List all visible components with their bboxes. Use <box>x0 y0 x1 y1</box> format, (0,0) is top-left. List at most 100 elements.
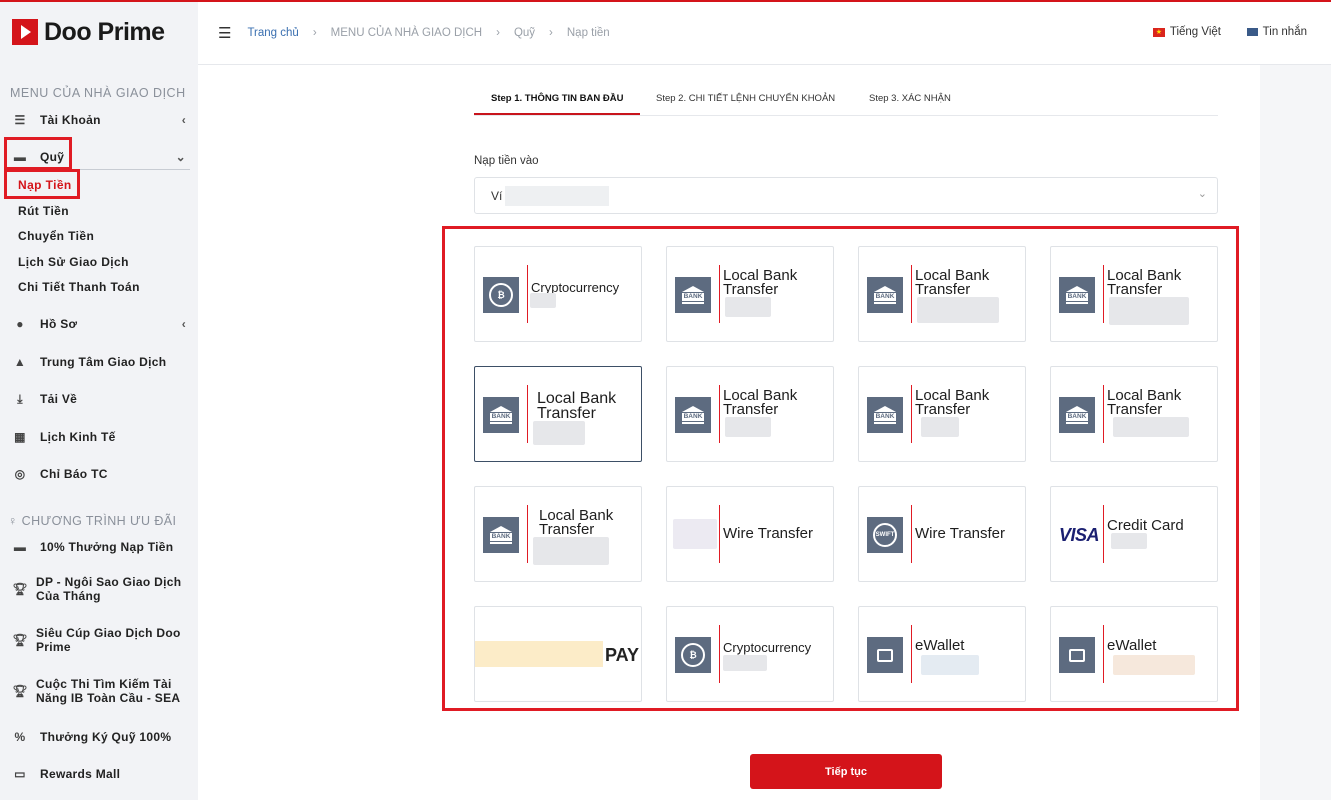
redacted <box>1109 297 1189 325</box>
method-card-credit-card[interactable]: VISA Credit Card <box>1050 486 1218 582</box>
sidebar-item-trading-center[interactable]: ▲ Trung Tâm Giao Dịch <box>0 352 198 372</box>
method-name: Local Bank Transfer <box>915 387 990 418</box>
sidebar-item-label: Tải Về <box>40 392 78 406</box>
chevron-right-icon: › <box>549 27 553 39</box>
method-card-wire-transfer[interactable]: Wire Transfer <box>666 486 834 582</box>
sidebar-item-label: Trung Tâm Giao Dịch <box>40 355 167 369</box>
bank-icon: BANK <box>1059 277 1095 313</box>
method-card-local-bank[interactable]: BANK Local Bank Transfer <box>858 246 1026 342</box>
bank-icon: BANK <box>675 397 711 433</box>
sidebar-promo-star-trader[interactable]: 🏆︎ DP - Ngôi Sao Giao Dịch Của Tháng <box>0 574 198 604</box>
redacted <box>1111 533 1147 549</box>
sidebar-item-profile[interactable]: ● Hồ Sơ ‹ <box>0 314 198 334</box>
step-2: Step 2. CHI TIẾT LỆNH CHUYỂN KHOẢN <box>656 93 836 104</box>
sidebar-item-label: Siêu Cúp Giao Dịch Doo Prime <box>36 626 181 654</box>
redacted <box>725 417 771 437</box>
method-name: Local Bank Transfer <box>723 387 798 418</box>
sidebar-promo-ib-talent[interactable]: 🏆︎ Cuộc Thi Tìm Kiếm Tài Năng IB Toàn Cầ… <box>0 676 198 706</box>
method-name: Cryptocurrency <box>723 640 812 655</box>
brand-name: Doo Prime <box>44 17 165 46</box>
top-bar: ☰ Trang chủ › MENU CỦA NHÀ GIAO DỊCH › Q… <box>198 2 1331 65</box>
bank-icon: BANK <box>483 397 519 433</box>
card-divider <box>719 625 720 683</box>
chevron-left-icon: ‹ <box>181 317 186 331</box>
method-name: Wire Transfer <box>723 525 814 542</box>
deposit-to-label: Nạp tiền vào <box>474 155 539 167</box>
method-card-local-bank[interactable]: BANK Local Bank Transfer <box>666 246 834 342</box>
breadcrumb-fund[interactable]: Quỹ <box>514 27 535 39</box>
sidebar-item-label: 10% Thưởng Nạp Tiền <box>40 540 174 554</box>
method-card-pay[interactable]: PAY <box>474 606 642 702</box>
logo[interactable]: Doo Prime <box>0 2 198 62</box>
breadcrumb-menu[interactable]: MENU CỦA NHÀ GIAO DỊCH <box>331 27 482 39</box>
target-icon: ◎ <box>14 467 26 481</box>
language-label: Tiếng Việt <box>1169 26 1221 38</box>
user-icon: ● <box>16 317 24 331</box>
main-panel: Step 1. THÔNG TIN BAN ĐẦU Step 2. CHI TI… <box>198 65 1260 800</box>
method-name: PAY <box>605 645 640 665</box>
highlight-deposit <box>4 169 80 199</box>
doo-prime-logo-icon <box>12 19 38 45</box>
bank-icon: BANK <box>1059 397 1095 433</box>
sidebar-item-economic-calendar[interactable]: ▦ Lịch Kinh Tế <box>0 427 198 447</box>
method-card-local-bank[interactable]: BANK Local Bank Transfer <box>1050 366 1218 462</box>
sidebar-promo-super-cup[interactable]: 🏆︎ Siêu Cúp Giao Dịch Doo Prime <box>0 625 198 655</box>
sidebar: Doo Prime MENU CỦA NHÀ GIAO DỊCH ☰ Tài K… <box>0 2 198 800</box>
sidebar-item-indicators[interactable]: ◎ Chỉ Báo TC <box>0 464 198 484</box>
method-name: Local Bank Transfer <box>539 507 614 538</box>
breadcrumb-deposit: Nạp tiền <box>566 27 610 39</box>
breadcrumb-home[interactable]: Trang chủ <box>247 27 298 39</box>
stepper: Step 1. THÔNG TIN BAN ĐẦU Step 2. CHI TI… <box>474 65 1218 116</box>
method-card-local-bank-selected[interactable]: BANK Local Bank Transfer <box>474 366 642 462</box>
card-divider <box>911 385 912 443</box>
sidebar-item-download[interactable]: ⤓ Tải Về <box>0 389 198 409</box>
method-card-local-bank[interactable]: BANK Local Bank Transfer <box>858 366 1026 462</box>
method-name: eWallet <box>1107 637 1157 654</box>
sidebar-item-label: DP - Ngôi Sao Giao Dịch Của Tháng <box>36 575 182 603</box>
hamburger-menu-icon[interactable]: ☰ <box>218 24 231 42</box>
method-card-local-bank[interactable]: BANK Local Bank Transfer <box>474 486 642 582</box>
card-divider <box>1103 385 1104 443</box>
award-icon: ♀ <box>8 514 22 528</box>
method-card-crypto[interactable]: ₿ Cryptocurrency <box>474 246 642 342</box>
crypto-coin-icon: ₿ <box>483 277 519 313</box>
active-step-indicator <box>474 113 640 115</box>
chevron-right-icon: › <box>496 27 500 39</box>
redacted <box>530 293 556 308</box>
sidebar-item-label: Tài Khoản <box>40 113 101 127</box>
method-card-local-bank[interactable]: BANK Local Bank Transfer <box>666 366 834 462</box>
sidebar-promo-margin-bonus[interactable]: % Thưởng Ký Quỹ 100% <box>0 727 198 747</box>
trophy-icon: 🏆︎ <box>12 684 28 698</box>
method-card-ewallet[interactable]: eWallet <box>1050 606 1218 702</box>
chevron-down-icon: ⌄ <box>175 150 186 164</box>
sidebar-subitem-history[interactable]: Lịch Sử Giao Dịch <box>18 255 129 269</box>
select-value: Ví <box>491 189 503 203</box>
card-divider <box>911 505 912 563</box>
card-divider <box>719 265 720 323</box>
method-card-crypto[interactable]: ₿ Cryptocurrency <box>666 606 834 702</box>
wallet-icon: ▬ <box>13 540 27 554</box>
sidebar-item-label: Cuộc Thi Tìm Kiếm Tài Năng IB Toàn Cầu -… <box>36 677 181 705</box>
messages-link[interactable]: Tin nhắn <box>1246 26 1307 38</box>
redacted <box>1113 417 1189 437</box>
bank-icon: BANK <box>867 277 903 313</box>
method-name: Local Bank Transfer <box>723 267 798 298</box>
language-switcher[interactable]: ★ Tiếng Việt <box>1152 26 1221 38</box>
sidebar-item-account[interactable]: ☰ Tài Khoản ‹ <box>0 110 198 130</box>
step-3: Step 3. XÁC NHẬN <box>869 93 951 104</box>
card-divider <box>719 385 720 443</box>
sidebar-promo-rewards-mall[interactable]: ▭ Rewards Mall <box>0 764 198 784</box>
sidebar-subitem-payment-details[interactable]: Chi Tiết Thanh Toán <box>18 280 140 294</box>
continue-button[interactable]: Tiếp tục <box>750 754 942 789</box>
sidebar-subitem-transfer[interactable]: Chuyển Tiền <box>18 229 94 243</box>
wallet-icon <box>867 637 903 673</box>
redacted <box>533 421 585 445</box>
sidebar-subitem-withdraw[interactable]: Rút Tiền <box>18 204 69 218</box>
method-card-ewallet[interactable]: eWallet <box>858 606 1026 702</box>
vietnam-flag-icon: ★ <box>1152 27 1165 37</box>
sidebar-promo-deposit-bonus[interactable]: ▬ 10% Thưởng Nạp Tiền <box>0 537 198 557</box>
method-card-local-bank[interactable]: BANK Local Bank Transfer <box>1050 246 1218 342</box>
deposit-to-select[interactable]: Ví ⌄ <box>474 177 1218 214</box>
method-card-wire-transfer-swift[interactable]: SWIFT Wire Transfer <box>858 486 1026 582</box>
redacted <box>921 655 979 675</box>
